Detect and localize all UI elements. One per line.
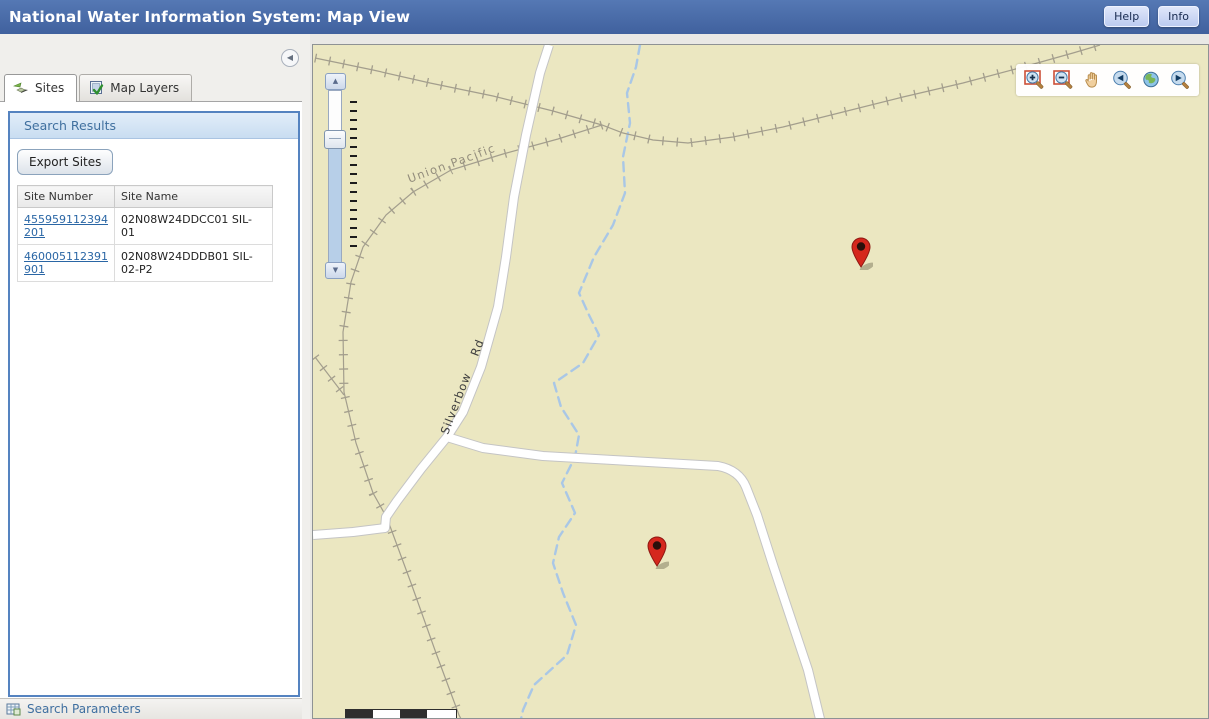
zoom-slider-ticks — [350, 101, 357, 254]
page-title: National Water Information System: Map V… — [0, 8, 410, 26]
content-area: ◀ Sites — [0, 34, 1209, 719]
zoom-slider-track[interactable] — [328, 90, 342, 263]
railroad-label: Union Pacific — [406, 141, 498, 186]
site-name-cell: 02N08W24DDCC01 SIL-01 — [115, 208, 273, 245]
zoom-in-arrow-button[interactable]: ▲ — [325, 73, 346, 90]
up-arrow-icon: ▲ — [333, 77, 338, 85]
chevron-left-icon: ◀ — [287, 53, 293, 62]
zoom-out-arrow-button[interactable]: ▼ — [325, 262, 346, 279]
zoom-previous-icon[interactable] — [1111, 69, 1133, 91]
zoom-slider-thumb[interactable] — [324, 130, 346, 149]
map-layers-icon — [88, 80, 104, 96]
map-canvas[interactable]: Union Pacific Silverbow Rd — [313, 45, 1209, 719]
tab-label: Sites — [35, 81, 64, 95]
column-header-site-name[interactable]: Site Name — [115, 186, 273, 208]
export-sites-button[interactable]: Export Sites — [17, 149, 113, 175]
table-row: 460005112391901 02N08W24DDDB01 SIL-02-P2 — [18, 245, 273, 282]
stream-line — [521, 45, 640, 719]
zoom-next-icon[interactable] — [1169, 69, 1191, 91]
sites-icon — [13, 80, 29, 96]
zoom-out-rectangle-icon[interactable] — [1053, 69, 1075, 91]
site-name-cell: 02N08W24DDDB01 SIL-02-P2 — [115, 245, 273, 282]
site-marker[interactable] — [645, 535, 669, 569]
site-number-link[interactable]: 455959112394201 — [24, 213, 108, 239]
zoom-slider: ▲ ▼ — [323, 73, 357, 281]
info-button[interactable]: Info — [1158, 6, 1199, 27]
map-panel: Union Pacific Silverbow Rd ▲ ▼ — [312, 44, 1209, 719]
column-header-site-number[interactable]: Site Number — [18, 186, 115, 208]
full-extent-globe-icon[interactable] — [1140, 69, 1162, 91]
help-button[interactable]: Help — [1104, 6, 1149, 27]
road-casings — [313, 45, 820, 719]
search-parameters-icon — [6, 703, 21, 716]
tab-label: Map Layers — [110, 81, 179, 95]
pan-hand-icon[interactable] — [1082, 69, 1104, 91]
tab-map-layers[interactable]: Map Layers — [79, 74, 192, 101]
app-header: National Water Information System: Map V… — [0, 0, 1209, 35]
railroad-lines — [315, 45, 1100, 719]
sites-tab-pane: Search Results Export Sites Site Number … — [0, 101, 302, 699]
down-arrow-icon: ▼ — [333, 266, 338, 274]
sidebar-tabs: Sites Map Layers — [4, 75, 192, 101]
road-fills — [313, 45, 820, 719]
scale-bar — [345, 709, 457, 719]
search-parameters-accordion[interactable]: Search Parameters — [0, 698, 302, 719]
map-toolbar — [1016, 64, 1199, 96]
search-results-panel: Search Results Export Sites Site Number … — [8, 111, 300, 697]
zoom-in-rectangle-icon[interactable] — [1024, 69, 1046, 91]
tab-sites[interactable]: Sites — [4, 74, 77, 102]
collapse-sidebar-button[interactable]: ◀ — [281, 49, 299, 67]
sidebar: ◀ Sites — [0, 34, 310, 719]
site-marker[interactable] — [849, 236, 873, 270]
sites-table: Site Number Site Name 455959112394201 02… — [17, 185, 273, 282]
site-number-link[interactable]: 460005112391901 — [24, 250, 108, 276]
accordion-label: Search Parameters — [27, 702, 141, 716]
search-results-header: Search Results — [10, 113, 298, 139]
table-header-row: Site Number Site Name — [18, 186, 273, 208]
table-row: 455959112394201 02N08W24DDCC01 SIL-01 — [18, 208, 273, 245]
